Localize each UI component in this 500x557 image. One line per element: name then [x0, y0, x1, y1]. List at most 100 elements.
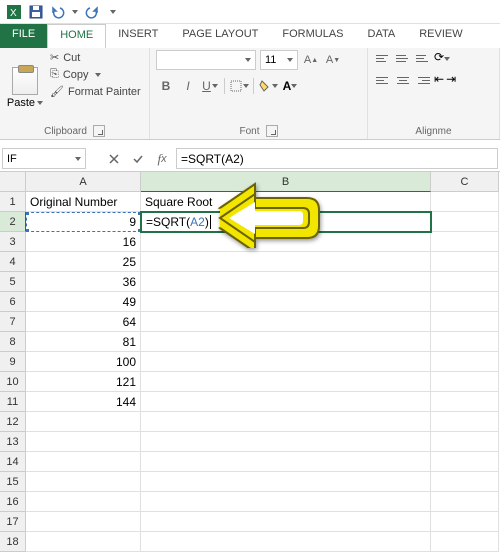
tab-formulas[interactable]: FORMULAS	[270, 24, 355, 48]
cell-c15[interactable]	[431, 472, 499, 492]
name-box[interactable]: IF	[2, 148, 86, 169]
increase-font-icon[interactable]: A▲	[302, 51, 320, 69]
cell-a5[interactable]: 36	[26, 272, 141, 292]
row-header[interactable]: 10	[0, 372, 26, 392]
font-size-combo[interactable]: 11	[260, 50, 298, 70]
row-header[interactable]: 4	[0, 252, 26, 272]
cell-b3[interactable]	[141, 232, 431, 252]
clipboard-launcher-icon[interactable]	[93, 125, 105, 137]
formula-input[interactable]: =SQRT(A2)	[176, 148, 498, 169]
select-all-corner[interactable]	[0, 172, 26, 192]
row-header[interactable]: 12	[0, 412, 26, 432]
cell-b6[interactable]	[141, 292, 431, 312]
redo-icon[interactable]	[84, 4, 100, 20]
cell-a7[interactable]: 64	[26, 312, 141, 332]
cell-a12[interactable]	[26, 412, 141, 432]
insert-function-button[interactable]: fx	[154, 151, 170, 167]
font-color-button[interactable]: A	[280, 76, 300, 96]
tab-review[interactable]: REVIEW	[407, 24, 474, 48]
cell-a8[interactable]: 81	[26, 332, 141, 352]
row-header[interactable]: 18	[0, 532, 26, 552]
orientation-button[interactable]: ⟳	[434, 50, 454, 66]
cell-c8[interactable]	[431, 332, 499, 352]
cell-c10[interactable]	[431, 372, 499, 392]
cell-c4[interactable]	[431, 252, 499, 272]
row-header[interactable]: 11	[0, 392, 26, 412]
borders-button[interactable]	[229, 76, 249, 96]
row-header[interactable]: 5	[0, 272, 26, 292]
cell-a15[interactable]	[26, 472, 141, 492]
tab-file[interactable]: FILE	[0, 24, 47, 48]
cell-a10[interactable]: 121	[26, 372, 141, 392]
cell-a6[interactable]: 49	[26, 292, 141, 312]
cell-b1[interactable]: Square Root	[141, 192, 431, 212]
row-header[interactable]: 9	[0, 352, 26, 372]
cell-c3[interactable]	[431, 232, 499, 252]
row-header[interactable]: 13	[0, 432, 26, 452]
tab-data[interactable]: DATA	[356, 24, 408, 48]
undo-dropdown-icon[interactable]	[72, 10, 78, 14]
cell-b15[interactable]	[141, 472, 431, 492]
paste-button[interactable]: Paste	[6, 50, 44, 125]
cell-b14[interactable]	[141, 452, 431, 472]
decrease-font-icon[interactable]: A▼	[324, 51, 342, 69]
cell-b8[interactable]	[141, 332, 431, 352]
cell-b10[interactable]	[141, 372, 431, 392]
qat-customize-icon[interactable]	[110, 10, 116, 14]
fill-color-button[interactable]	[258, 76, 278, 96]
cell-b13[interactable]	[141, 432, 431, 452]
align-center-button[interactable]	[394, 72, 412, 88]
cell-b9[interactable]	[141, 352, 431, 372]
bold-button[interactable]: B	[156, 76, 176, 96]
cell-c7[interactable]	[431, 312, 499, 332]
decrease-indent-button[interactable]: ⇤	[434, 72, 444, 88]
cell-a14[interactable]	[26, 452, 141, 472]
cell-a18[interactable]	[26, 532, 141, 552]
row-header[interactable]: 8	[0, 332, 26, 352]
cell-a11[interactable]: 144	[26, 392, 141, 412]
row-header[interactable]: 6	[0, 292, 26, 312]
row-header[interactable]: 17	[0, 512, 26, 532]
cell-a16[interactable]	[26, 492, 141, 512]
cell-b16[interactable]	[141, 492, 431, 512]
copy-button[interactable]: ⎘Copy	[48, 67, 143, 82]
tab-home[interactable]: HOME	[47, 24, 106, 48]
align-top-button[interactable]	[374, 50, 392, 66]
cell-c16[interactable]	[431, 492, 499, 512]
cell-b12[interactable]	[141, 412, 431, 432]
cell-b4[interactable]	[141, 252, 431, 272]
cell-c1[interactable]	[431, 192, 499, 212]
cell-c14[interactable]	[431, 452, 499, 472]
col-header-c[interactable]: C	[431, 172, 499, 192]
align-left-button[interactable]	[374, 72, 392, 88]
cell-a3[interactable]: 16	[26, 232, 141, 252]
cell-c9[interactable]	[431, 352, 499, 372]
cell-a2[interactable]: 9	[26, 212, 141, 232]
cell-c18[interactable]	[431, 532, 499, 552]
cell-b18[interactable]	[141, 532, 431, 552]
col-header-a[interactable]: A	[26, 172, 141, 192]
tab-page-layout[interactable]: PAGE LAYOUT	[170, 24, 270, 48]
cell-a13[interactable]	[26, 432, 141, 452]
cell-c12[interactable]	[431, 412, 499, 432]
row-header[interactable]: 1	[0, 192, 26, 212]
underline-button[interactable]: U	[200, 76, 220, 96]
cell-a9[interactable]: 100	[26, 352, 141, 372]
undo-icon[interactable]	[50, 4, 66, 20]
cell-c17[interactable]	[431, 512, 499, 532]
cell-c6[interactable]	[431, 292, 499, 312]
cell-b5[interactable]	[141, 272, 431, 292]
cell-a1[interactable]: Original Number	[26, 192, 141, 212]
font-family-combo[interactable]	[156, 50, 256, 70]
cell-b7[interactable]	[141, 312, 431, 332]
increase-indent-button[interactable]: ⇥	[446, 72, 456, 88]
enter-formula-button[interactable]	[130, 151, 146, 167]
align-right-button[interactable]	[414, 72, 432, 88]
align-middle-button[interactable]	[394, 50, 412, 66]
tab-insert[interactable]: INSERT	[106, 24, 170, 48]
cell-c11[interactable]	[431, 392, 499, 412]
row-header[interactable]: 7	[0, 312, 26, 332]
cancel-formula-button[interactable]	[106, 151, 122, 167]
row-header[interactable]: 3	[0, 232, 26, 252]
cell-c5[interactable]	[431, 272, 499, 292]
